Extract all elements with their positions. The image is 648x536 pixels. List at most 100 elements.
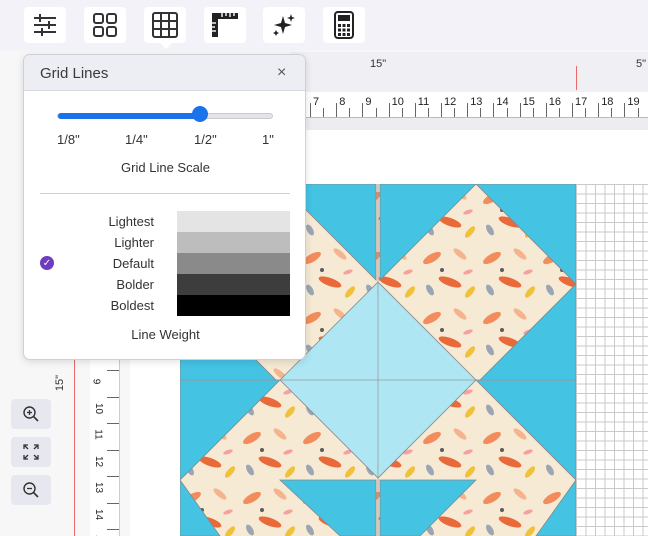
grid-lines-icon [152, 12, 178, 38]
scale-option-inch[interactable]: 1" [262, 132, 274, 147]
ruler-half-tick [506, 108, 508, 117]
fit-screen-button[interactable] [11, 437, 51, 467]
ruler-tick [467, 103, 469, 117]
ruler-tick-label: 18 [601, 96, 614, 108]
popover-header: Grid Lines × [24, 55, 305, 91]
ruler-tick [624, 103, 626, 117]
ruler-tick [362, 103, 364, 117]
ruler-tick-label: 8 [339, 96, 346, 108]
ruler-tick [388, 103, 390, 117]
weight-swatch-bolder[interactable] [177, 274, 290, 295]
vertical-ruler-tick [107, 370, 119, 371]
vertical-ruler-tick-label: 11 [92, 429, 104, 440]
grid-lines [576, 184, 648, 536]
weight-swatch-lighter[interactable] [177, 232, 290, 253]
ruler-tick-label: 9 [365, 96, 372, 108]
scale-option-quarter[interactable]: 1/4" [125, 132, 148, 147]
ruler-tick [545, 103, 547, 117]
ruler-tick-label: 15 [522, 96, 535, 108]
popover-title: Grid Lines [40, 65, 109, 82]
vertical-ruler-tick-label: 9 [90, 378, 102, 385]
close-icon[interactable]: × [277, 64, 291, 81]
ruler-tick [441, 103, 442, 117]
ruler-half-tick [611, 108, 613, 117]
ruler-tick-label: 17 [575, 96, 588, 108]
vertical-ruler-tick [107, 529, 119, 530]
ruler-tick [519, 103, 521, 117]
layout-button[interactable] [84, 7, 126, 43]
ruler-marker [576, 66, 577, 90]
horizontal-ruler: 15" 5" 7 8 9 10 11 12 13 14 15 16 17 18 19 [290, 52, 648, 130]
ruler-half-tick [401, 108, 403, 117]
ruler-tick-label: 12 [444, 96, 457, 108]
scale-option-half[interactable]: 1/2" [194, 132, 217, 147]
ruler-tick-label: 16 [548, 96, 562, 108]
weight-swatch-default[interactable] [177, 253, 290, 274]
ruler-tick-label: 7 [313, 96, 320, 108]
weight-swatch-lightest[interactable] [177, 211, 290, 232]
ruler-tick [336, 103, 338, 117]
divider [40, 193, 290, 194]
ruler-scale[interactable]: 7 8 9 10 11 12 13 14 15 16 17 18 19 [306, 92, 648, 118]
zoom-in-icon [23, 406, 39, 422]
weight-label-lighter[interactable]: Lighter [84, 235, 154, 250]
slider-fill [58, 113, 201, 119]
ruler-half-tick [480, 108, 482, 117]
sparkles-icon [273, 14, 295, 36]
zoom-out-button[interactable] [11, 475, 51, 505]
vertical-size-label: 15" [54, 374, 67, 392]
weight-label-bolder[interactable]: Bolder [84, 277, 154, 292]
ruler-button[interactable] [204, 7, 246, 43]
calculator-icon [334, 11, 354, 39]
ruler-half-tick [532, 108, 534, 117]
zoom-in-button[interactable] [11, 399, 51, 429]
ruler-band: 15" 5" [290, 52, 648, 92]
ruler-half-tick [427, 108, 429, 117]
ruler-tick-label: 13 [470, 96, 483, 108]
grid-lines-popover: Grid Lines × 1/8" 1/4" 1/2" 1" Grid Line… [23, 54, 306, 360]
magic-button[interactable] [263, 7, 305, 43]
adjust-button[interactable] [24, 7, 66, 43]
ruler-tick-label: 14 [496, 96, 509, 108]
ruler-half-tick [349, 108, 351, 117]
ruler-size-label: 15" [370, 58, 387, 70]
ruler-half-tick [375, 108, 377, 117]
weight-label-default[interactable]: Default [84, 256, 154, 271]
vertical-ruler-tick [107, 476, 119, 477]
ruler-tick-label: 10 [391, 96, 404, 108]
ruler-half-tick [323, 108, 325, 117]
zoom-out-icon [23, 482, 39, 498]
ruler-tick [598, 103, 600, 117]
vertical-ruler-tick-label: 12 [93, 455, 105, 467]
ruler-tick-label: 19 [627, 96, 640, 108]
grid-lines-button[interactable] [144, 7, 186, 49]
selected-check-icon: ✓ [40, 256, 54, 270]
ruler-tick [414, 103, 416, 117]
weight-swatch-boldest[interactable] [177, 295, 290, 316]
ruler-tick [493, 103, 495, 117]
adjust-sliders-icon [34, 14, 56, 36]
ruler-half-tick [558, 108, 560, 117]
slider-thumb[interactable] [191, 106, 208, 122]
vertical-ruler[interactable]: 9101112131415 [90, 360, 120, 536]
app-window: 15" 5" 7 8 9 10 11 12 13 14 15 16 17 18 19 15" 9 10 11… [0, 0, 648, 536]
layout-grid-icon [93, 13, 117, 37]
ruler-size-label-right: 5" [636, 58, 647, 70]
weight-label-boldest[interactable]: Boldest [84, 298, 154, 313]
grid-scale-slider[interactable] [57, 113, 273, 119]
ruler-tick-label: 11 [417, 96, 430, 108]
ruler-half-tick [585, 108, 587, 117]
vertical-ruler-tick [107, 449, 119, 451]
ruler-tick [572, 103, 573, 117]
ruler-half-tick [637, 108, 639, 117]
weight-label-lightest[interactable]: Lightest [84, 214, 154, 229]
calculator-button[interactable] [323, 7, 365, 43]
vertical-ruler-tick-label: 13 [93, 481, 105, 494]
grid-scale-caption: Grid Line Scale [121, 160, 210, 175]
ruler-icon [212, 13, 238, 37]
scale-option-eighth[interactable]: 1/8" [57, 132, 80, 147]
vertical-ruler-tick-label: 10 [93, 402, 105, 414]
fit-to-screen-icon [23, 444, 39, 460]
vertical-ruler-tick [107, 502, 119, 504]
vertical-marker [74, 340, 75, 536]
